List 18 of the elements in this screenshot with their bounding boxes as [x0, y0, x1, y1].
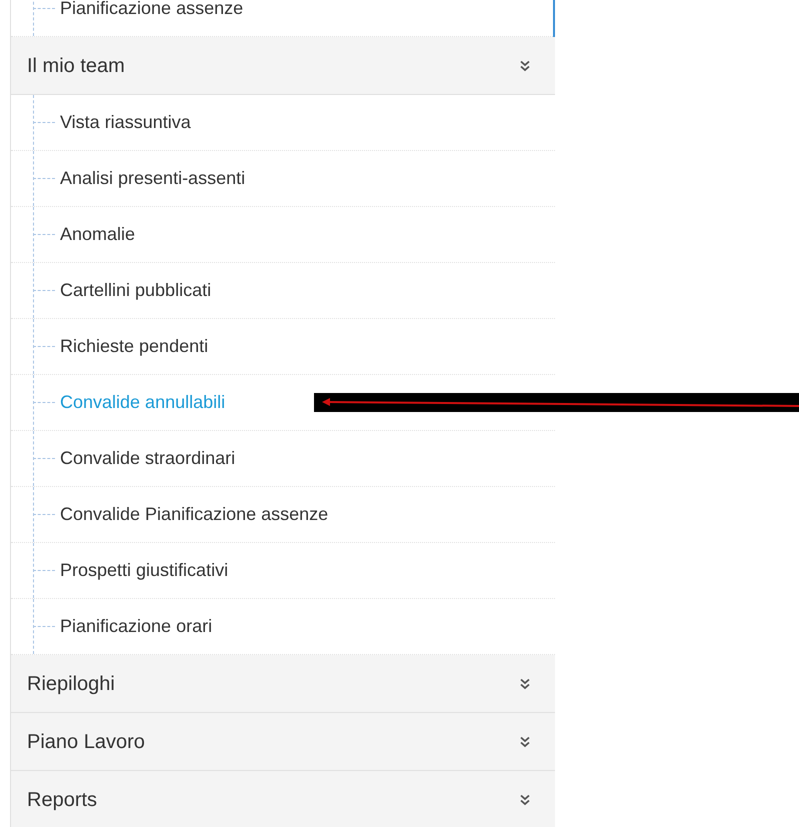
menu-item[interactable]: Analisi presenti-assenti — [60, 165, 246, 192]
section-header[interactable]: Riepiloghi — [11, 655, 555, 713]
menu-item[interactable]: Richieste pendenti — [60, 333, 208, 360]
menu-item[interactable]: Vista riassuntiva — [60, 109, 191, 136]
double-chevron-down-icon — [519, 678, 531, 690]
menu-item[interactable]: Convalide straordinari — [60, 445, 236, 472]
menu-item[interactable]: Pianificazione orari — [60, 613, 212, 640]
menu-item[interactable]: Pianificazione assenze — [60, 0, 244, 22]
menu-item[interactable]: Cartellini pubblicati — [60, 277, 212, 304]
section-header[interactable]: Reports — [11, 771, 555, 827]
section-header[interactable]: Piano Lavoro — [11, 713, 555, 771]
menu-item[interactable]: Prospetti giustificativi — [60, 557, 228, 584]
double-chevron-down-icon — [519, 736, 531, 748]
double-chevron-down-icon — [519, 60, 531, 72]
menu-item[interactable]: Convalide Pianificazione assenze — [60, 501, 328, 528]
double-chevron-down-icon — [519, 794, 531, 806]
section-header[interactable]: Il mio team — [11, 37, 555, 95]
menu-item[interactable]: Anomalie — [60, 221, 136, 248]
